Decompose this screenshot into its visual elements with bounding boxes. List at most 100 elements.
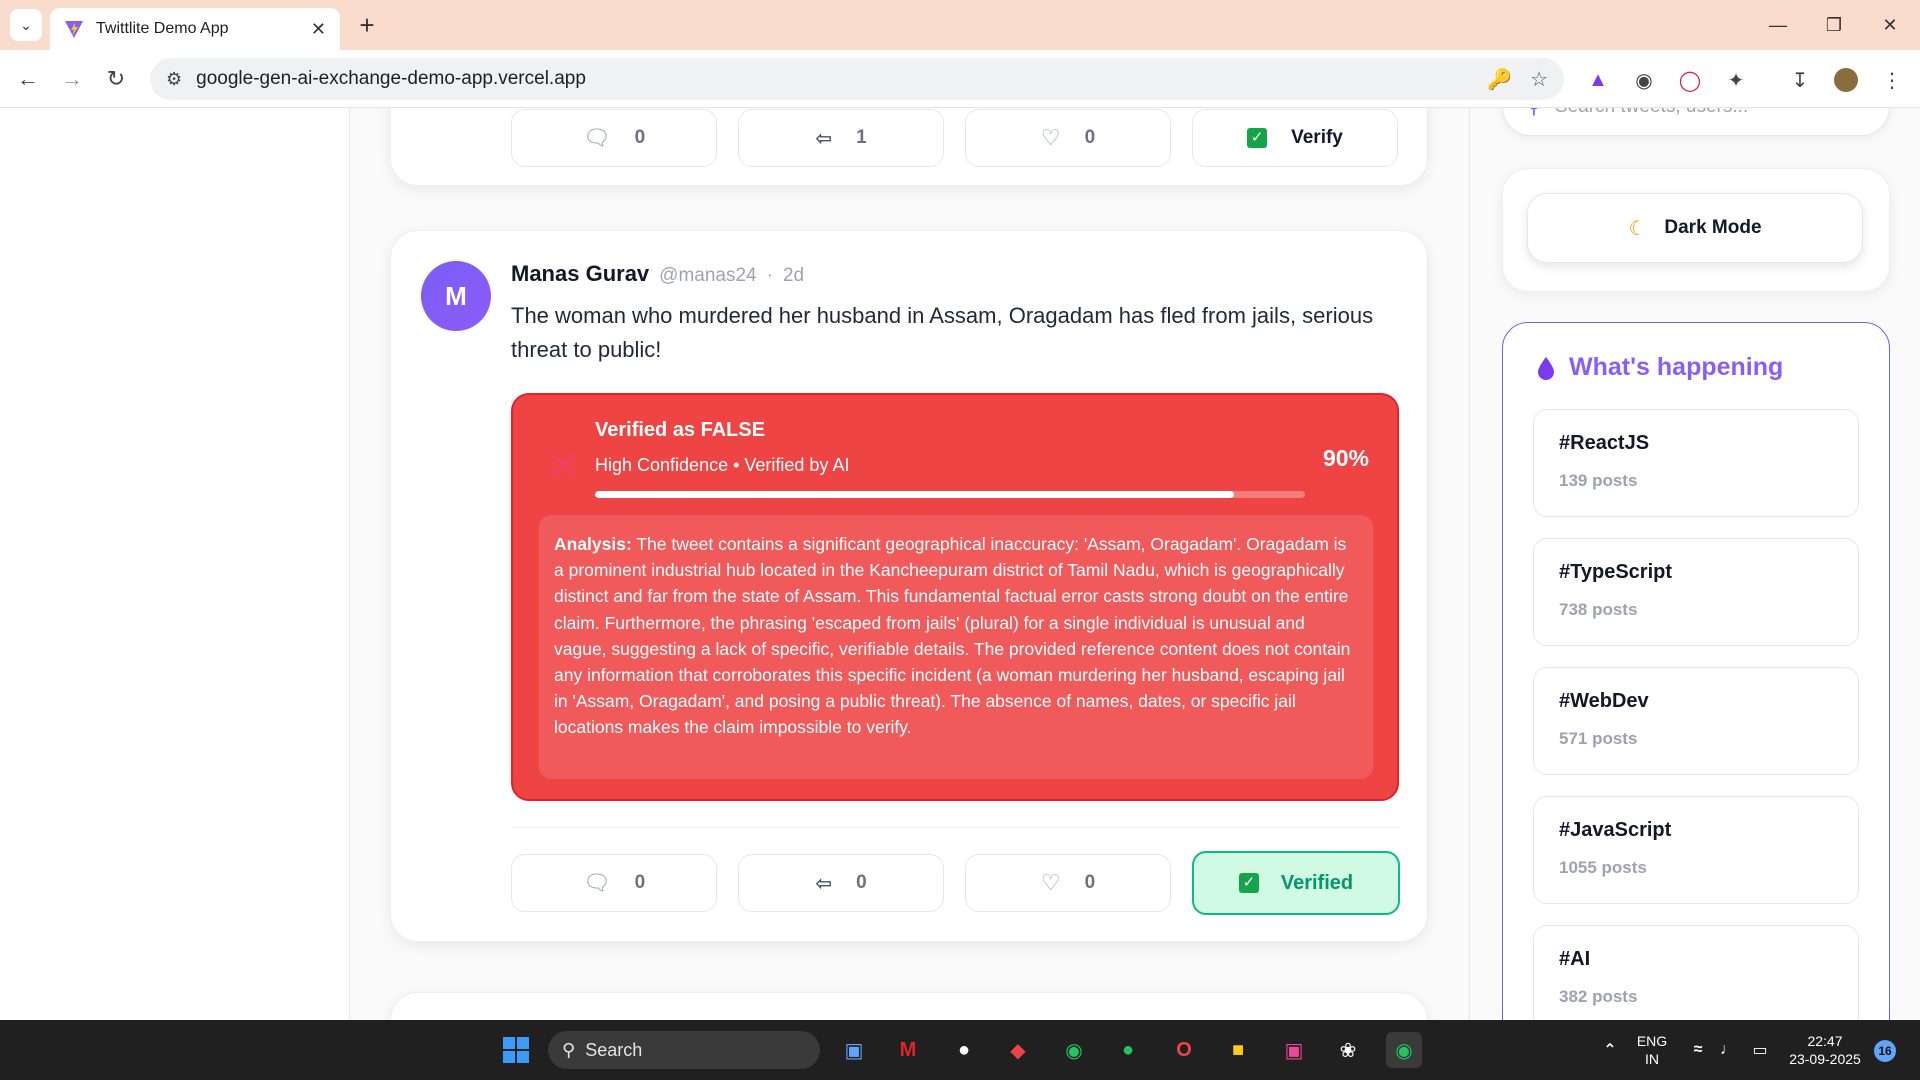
trend-tag: #AI bbox=[1559, 948, 1591, 970]
retweet-count: 0 bbox=[856, 872, 867, 893]
search-input[interactable]: ⚲ Search tweets, users... bbox=[1502, 108, 1890, 136]
verdict-subtitle: High Confidence • Verified by AI bbox=[595, 455, 850, 475]
chrome-icon[interactable]: ◉ bbox=[1056, 1032, 1092, 1068]
chatgpt-icon[interactable]: ❀ bbox=[1330, 1032, 1366, 1068]
trend-item[interactable]: #TypeScript 738 posts bbox=[1533, 538, 1859, 646]
trend-count: 571 posts bbox=[1559, 729, 1638, 748]
trend-item[interactable]: #ReactJS 139 posts bbox=[1533, 409, 1859, 517]
notification-badge[interactable]: 16 bbox=[1874, 1040, 1896, 1062]
opera-icon[interactable]: ◯ bbox=[1676, 66, 1704, 94]
extensions-puzzle-icon[interactable]: ✦ bbox=[1722, 66, 1750, 94]
chevron-up-icon[interactable]: ⌃ bbox=[1592, 1032, 1628, 1068]
trend-count: 738 posts bbox=[1559, 600, 1638, 619]
dark-mode-label: Dark Mode bbox=[1664, 217, 1762, 238]
verification-result-box: ✕ Verified as FALSE High Confidence • Ve… bbox=[511, 393, 1399, 801]
taskbar-search-label: Search bbox=[585, 1039, 643, 1060]
browser-toolbar: ← → ↻ ⚙ google-gen-ai-exchange-demo-app.… bbox=[0, 50, 1920, 108]
back-button[interactable]: ← bbox=[12, 63, 44, 95]
browser-tab-active[interactable]: Twittlite Demo App ✕ bbox=[50, 8, 340, 50]
password-key-icon[interactable]: 🔑 bbox=[1487, 67, 1512, 92]
close-window-button[interactable]: ✕ bbox=[1862, 0, 1918, 50]
verify-button[interactable]: ✓ Verify bbox=[1192, 109, 1398, 167]
separator-dot: · bbox=[766, 265, 773, 286]
trend-item[interactable]: #WebDev 571 posts bbox=[1533, 667, 1859, 775]
vite-logo-icon bbox=[65, 21, 83, 38]
battery-icon[interactable]: ▭ bbox=[1742, 1032, 1778, 1068]
droplet-icon bbox=[1538, 356, 1554, 380]
verdict-title: Verified as FALSE bbox=[595, 419, 766, 441]
analysis-text: The tweet contains a significant geograp… bbox=[554, 534, 1351, 738]
browser-menu-icon[interactable]: ⋮ bbox=[1878, 66, 1906, 94]
trend-item[interactable]: #AI 382 posts bbox=[1533, 925, 1859, 1020]
whats-happening-title: What's happening bbox=[1537, 353, 1783, 382]
avatar[interactable]: M bbox=[421, 261, 491, 331]
whats-happening-label: What's happening bbox=[1569, 353, 1784, 381]
address-bar[interactable]: ⚙ google-gen-ai-exchange-demo-app.vercel… bbox=[150, 58, 1564, 100]
like-button[interactable]: ♡ 0 bbox=[965, 109, 1171, 167]
extension-flame-icon[interactable]: ▲ bbox=[1584, 66, 1612, 94]
profile-avatar[interactable] bbox=[1832, 66, 1860, 94]
bookmark-star-icon[interactable]: ☆ bbox=[1530, 67, 1548, 92]
spotify-icon[interactable]: ● bbox=[1110, 1032, 1146, 1068]
author-handle: @manas24 bbox=[659, 265, 757, 286]
file-explorer-icon[interactable]: ■ bbox=[1220, 1032, 1256, 1068]
volume-icon[interactable]: ♩ bbox=[1710, 1032, 1746, 1068]
windows-start-icon[interactable] bbox=[498, 1032, 534, 1068]
dark-mode-toggle[interactable]: ☾ Dark Mode bbox=[1527, 193, 1863, 263]
site-info-icon[interactable]: ⚙ bbox=[166, 69, 182, 90]
camera-icon[interactable]: ◉ bbox=[1630, 66, 1658, 94]
heart-icon: ♡ bbox=[1040, 125, 1061, 150]
forward-button[interactable]: → bbox=[56, 63, 88, 95]
minimize-button[interactable]: — bbox=[1750, 0, 1806, 50]
tweet-card-previous: 🗨 0 ⇦ 1 ♡ 0 ✓ Verify bbox=[390, 108, 1428, 186]
trend-item[interactable]: #JavaScript 1055 posts bbox=[1533, 796, 1859, 904]
diamond-app-icon[interactable]: ◆ bbox=[1000, 1032, 1036, 1068]
trend-count: 139 posts bbox=[1559, 471, 1638, 490]
comment-icon: 🗨 bbox=[582, 870, 611, 895]
confidence-bar bbox=[595, 491, 1305, 498]
verified-button[interactable]: ✓ Verified bbox=[1192, 851, 1400, 915]
check-icon: ✓ bbox=[1238, 873, 1259, 893]
language-indicator[interactable]: ENG IN bbox=[1630, 1032, 1674, 1068]
chevron-down-icon: ⌄ bbox=[20, 16, 32, 33]
verified-label: Verified bbox=[1280, 871, 1354, 894]
like-button[interactable]: ♡ 0 bbox=[965, 854, 1171, 912]
comment-icon: 🗨 bbox=[582, 125, 611, 150]
new-tab-button[interactable]: + bbox=[352, 10, 382, 40]
clock-time: 22:47 bbox=[1807, 1033, 1843, 1049]
app-icon[interactable]: ● bbox=[946, 1032, 982, 1068]
store-icon[interactable]: ▣ bbox=[836, 1032, 872, 1068]
verify-label: Verify bbox=[1291, 127, 1343, 148]
instagram-icon[interactable]: ▣ bbox=[1276, 1032, 1312, 1068]
taskbar-search[interactable]: ⚲ Search bbox=[548, 1031, 820, 1069]
reply-count: 0 bbox=[634, 872, 646, 893]
clock[interactable]: 22:47 23-09-2025 bbox=[1780, 1032, 1870, 1068]
reply-button[interactable]: 🗨 0 bbox=[511, 109, 717, 167]
download-icon[interactable]: ↧ bbox=[1786, 66, 1814, 94]
close-tab-icon[interactable]: ✕ bbox=[311, 19, 326, 40]
reload-button[interactable]: ↻ bbox=[100, 63, 132, 95]
trend-tag: #JavaScript bbox=[1559, 819, 1672, 841]
tab-search-button[interactable]: ⌄ bbox=[10, 9, 42, 41]
retweet-button[interactable]: ⇦ 0 bbox=[738, 854, 944, 912]
opera-icon[interactable]: O bbox=[1166, 1032, 1202, 1068]
chrome-active-icon[interactable]: ◉ bbox=[1386, 1032, 1422, 1068]
lang-line2: IN bbox=[1645, 1051, 1659, 1067]
moon-icon: ☾ bbox=[1628, 217, 1647, 240]
search-icon: ⚲ bbox=[562, 1039, 576, 1060]
author-name[interactable]: Manas Gurav bbox=[511, 261, 649, 287]
like-count: 0 bbox=[1084, 127, 1096, 148]
tweet-card-next bbox=[390, 992, 1428, 1020]
analysis-box: Analysis: The tweet contains a significa… bbox=[539, 515, 1373, 779]
heart-icon: ♡ bbox=[1040, 870, 1061, 895]
trend-count: 1055 posts bbox=[1559, 858, 1647, 877]
search-placeholder: Search tweets, users... bbox=[1555, 108, 1748, 118]
restore-button[interactable]: ❐ bbox=[1806, 0, 1862, 50]
mcafee-icon[interactable]: M bbox=[890, 1032, 926, 1068]
trend-tag: #TypeScript bbox=[1559, 561, 1672, 583]
retweet-button[interactable]: ⇦ 1 bbox=[738, 109, 944, 167]
tweet-feed: 🗨 0 ⇦ 1 ♡ 0 ✓ Verify M Manas Gurav @mana… bbox=[350, 108, 1470, 1020]
check-icon: ✓ bbox=[1247, 128, 1268, 148]
reply-button[interactable]: 🗨 0 bbox=[511, 854, 717, 912]
whats-happening-panel: What's happening #ReactJS 139 posts #Typ… bbox=[1502, 322, 1890, 1020]
